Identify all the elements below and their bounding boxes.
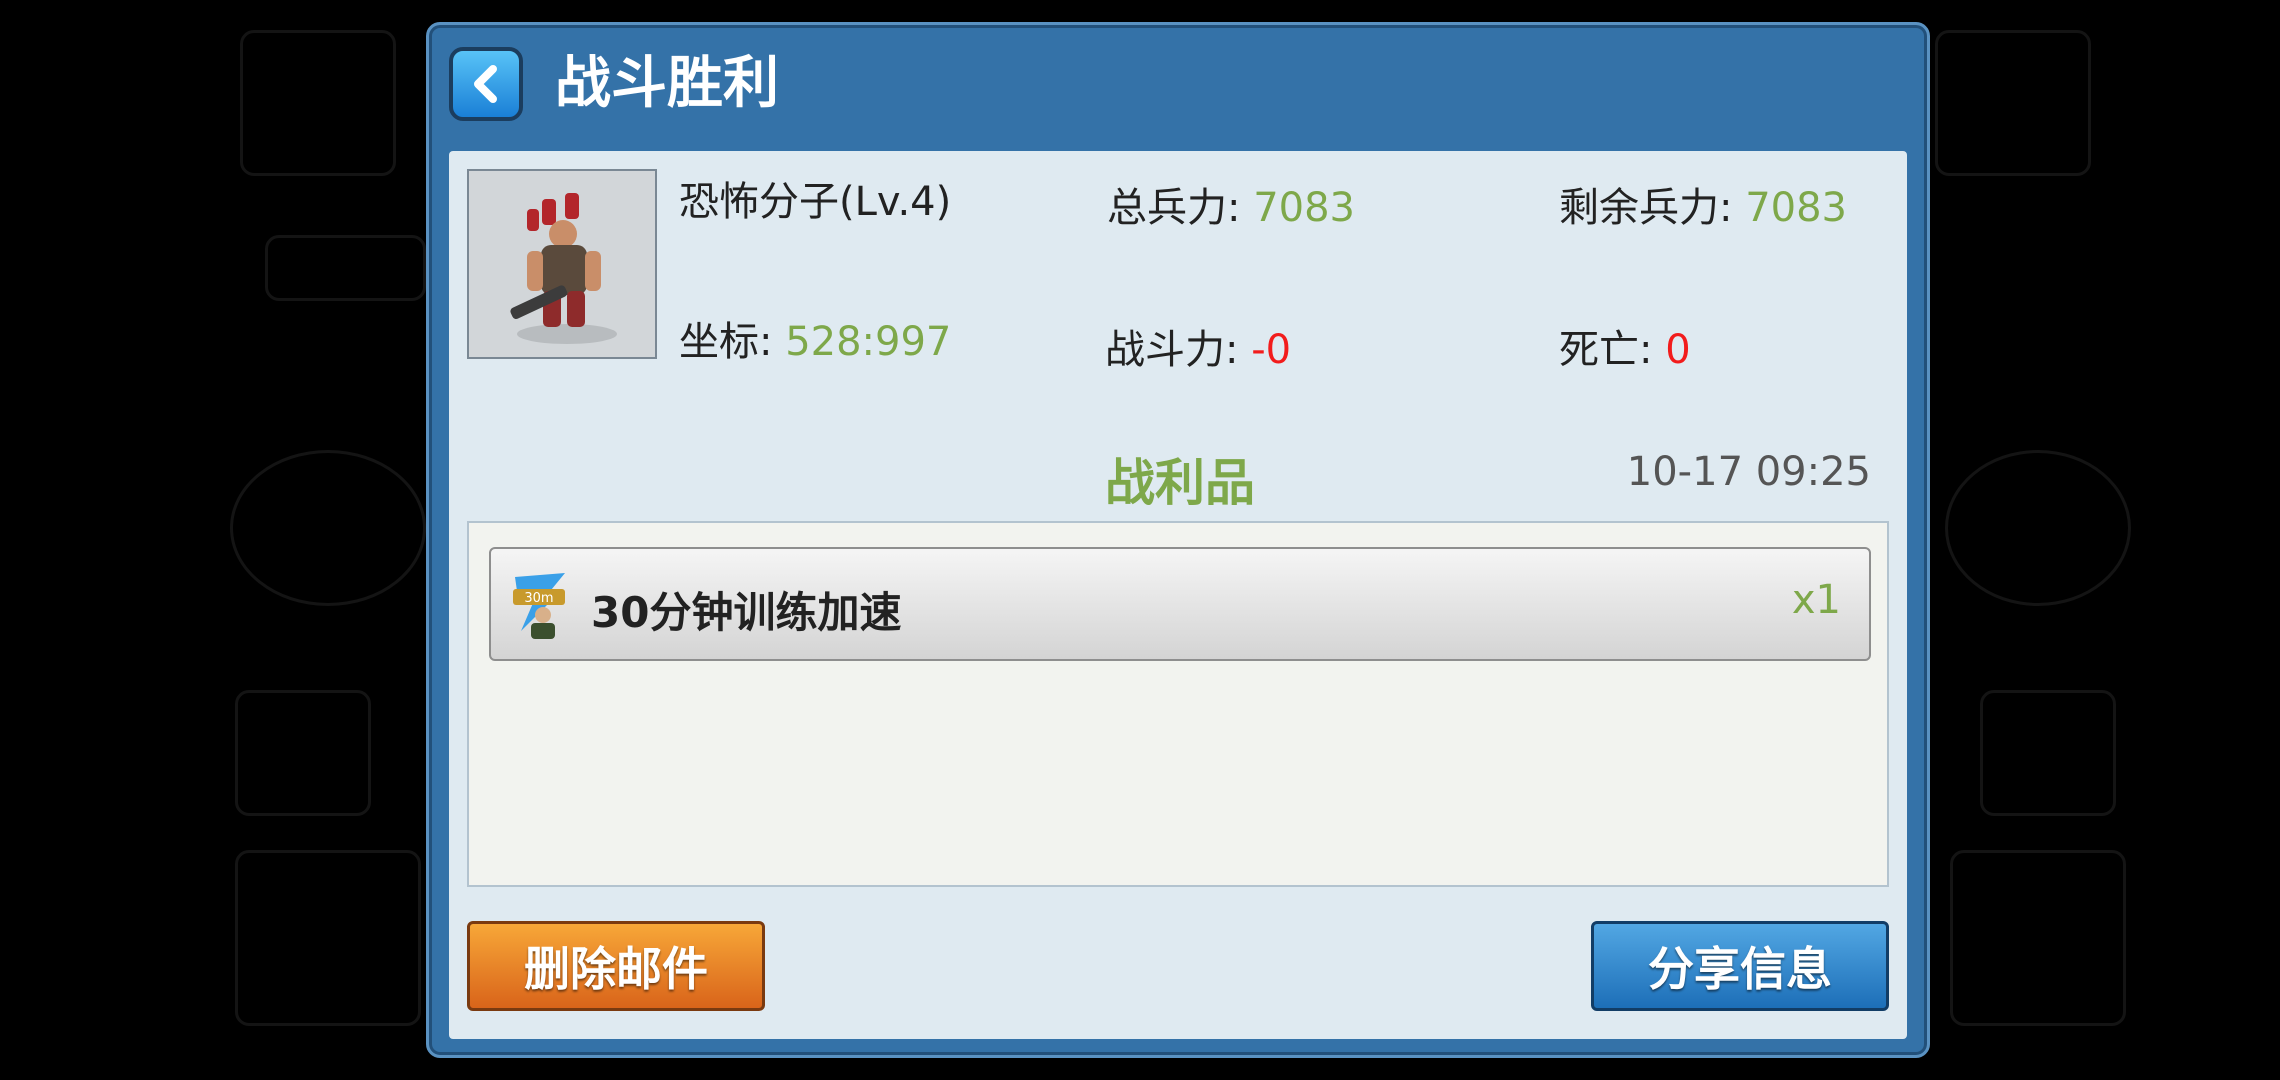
remaining-troops-label: 剩余兵力: [1559,185,1733,231]
loot-item-name: 30分钟训练加速 [591,588,902,637]
report-timestamp: 10-17 09:25 [1626,449,1871,495]
train-speedup-icon: 30m [513,573,565,639]
loot-item-quantity: x1 [1791,577,1841,623]
loot-list: 30m 30分钟训练加速 x1 [467,521,1889,887]
enemy-name: 恐怖分子(Lv.4) [679,179,952,225]
background-building [265,235,426,301]
chevron-left-icon [474,65,497,103]
dialog-title: 战斗胜利 [555,51,779,116]
total-troops-value: 7083 [1253,185,1355,231]
deaths: 死亡: 0 [1559,317,1691,375]
remaining-troops: 剩余兵力: 7083 [1559,175,1847,233]
background-building [235,850,421,1026]
remaining-troops-value: 7083 [1745,185,1847,231]
delete-mail-button[interactable]: 删除邮件 [467,921,765,1011]
combat-power-value: -0 [1251,327,1292,373]
total-troops-label: 总兵力: [1107,185,1241,231]
background-building [1945,450,2131,606]
background-building [1950,850,2126,1026]
background-building [240,30,396,176]
list-item[interactable]: 30m 30分钟训练加速 x1 [489,547,1871,661]
background-building [1935,30,2091,176]
total-troops: 总兵力: 7083 [1107,175,1355,233]
report-panel: 恐怖分子(Lv.4) 坐标: 528:997 总兵力: 7083 战斗力: -0… [449,151,1907,1039]
coordinates-label: 坐标: [679,319,773,365]
share-info-button[interactable]: 分享信息 [1591,921,1889,1011]
battle-report-dialog: 战斗胜利 恐怖分子(Lv.4) 坐标: 528:997 总兵力: 7083 战斗… [426,22,1930,1058]
background-building [235,690,371,816]
deaths-value: 0 [1665,327,1691,373]
enemy-portrait [467,169,657,359]
coordinates: 坐标: 528:997 [679,309,951,367]
background-building [1980,690,2116,816]
coordinates-value: 528:997 [785,319,952,365]
background-building [230,450,426,606]
combat-power-label: 战斗力: [1105,327,1239,373]
terrorist-soldier-icon [510,193,617,344]
combat-power: 战斗力: -0 [1105,317,1291,375]
loot-icon-text: 30m [524,591,553,606]
loot-title: 战利品 [1105,454,1255,512]
back-button[interactable] [449,47,523,121]
deaths-label: 死亡: [1559,327,1653,373]
